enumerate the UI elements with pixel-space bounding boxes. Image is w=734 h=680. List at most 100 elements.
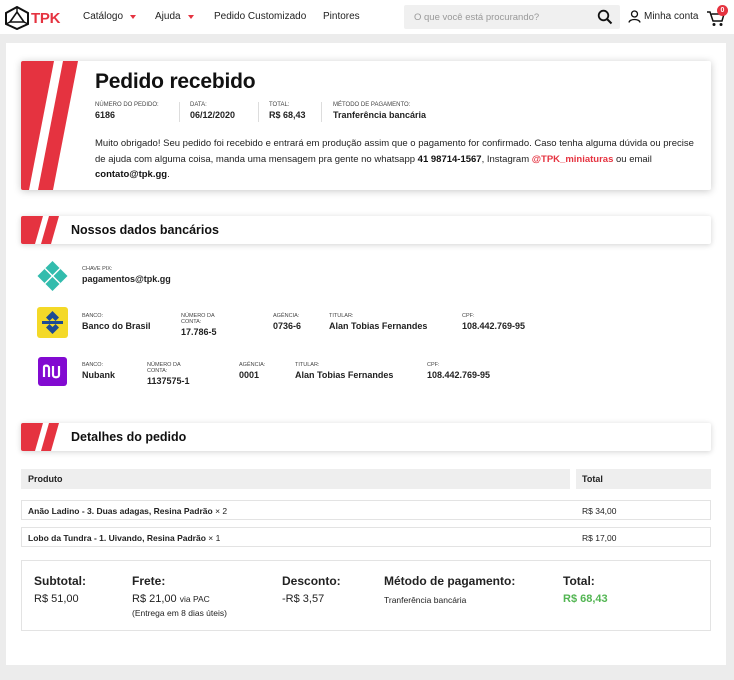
bb-bank: BANCO: Banco do Brasil bbox=[82, 313, 151, 331]
table-row: Anão Ladino - 3. Duas adagas, Resina Pad… bbox=[21, 500, 711, 520]
bank-label: BANCO: bbox=[82, 313, 104, 319]
bb-agency: AGÊNCIA: 0736-6 bbox=[273, 313, 301, 331]
account-number-label: NÚMERO DA CONTA: bbox=[181, 313, 215, 325]
order-total-label: TOTAL: bbox=[269, 102, 290, 108]
holder-label: TITULAR: bbox=[295, 362, 320, 368]
bank-label: BANCO: bbox=[82, 362, 104, 368]
cart-button[interactable]: 0 bbox=[706, 5, 728, 28]
order-received-card: Pedido recebido NÚMERO DO PEDIDO: 6186 D… bbox=[21, 61, 711, 190]
item-quantity: × 1 bbox=[208, 533, 221, 543]
item-total: R$ 17,00 bbox=[582, 533, 617, 543]
stripes-decoration bbox=[21, 61, 78, 190]
order-summary: Subtotal: R$ 51,00 Frete: R$ 21,00 via P… bbox=[21, 560, 711, 631]
divider bbox=[258, 102, 259, 122]
total-value: R$ 68,43 bbox=[563, 593, 608, 605]
page-title: Pedido recebido bbox=[95, 70, 256, 93]
item-quantity: × 2 bbox=[215, 506, 228, 516]
search-placeholder: O que você está procurando? bbox=[414, 12, 540, 23]
shipping-price: R$ 21,00 bbox=[132, 593, 177, 605]
holder-label: TITULAR: bbox=[329, 313, 354, 319]
discount-value: -R$ 3,57 bbox=[282, 593, 325, 605]
shipping: Frete: R$ 21,00 via PAC (Entrega em 8 di… bbox=[132, 574, 227, 618]
search-input[interactable]: O que você está procurando? bbox=[404, 5, 620, 29]
nubank-holder: TITULAR: Alan Tobias Fernandes bbox=[295, 362, 393, 380]
nubank-agency: AGÊNCIA: 0001 bbox=[239, 362, 265, 380]
nav-ajuda[interactable]: Ajuda bbox=[155, 11, 194, 22]
bb-holder: TITULAR: Alan Tobias Fernandes bbox=[329, 313, 427, 331]
account-link[interactable]: Minha conta bbox=[628, 10, 698, 23]
stripes-decoration bbox=[21, 423, 59, 451]
order-details-header: Detalhes do pedido bbox=[21, 423, 711, 451]
nav-ajuda-label: Ajuda bbox=[155, 11, 181, 22]
nav-catalogo-label: Catálogo bbox=[83, 11, 124, 22]
nav-pintores[interactable]: Pintores bbox=[323, 11, 360, 22]
total-label: Total: bbox=[563, 574, 595, 588]
order-payment-method: MÉTODO DE PAGAMENTO: Tranferência bancár… bbox=[333, 102, 426, 120]
item-name: Anão Ladino - 3. Duas adagas, Resina Pad… bbox=[28, 506, 227, 516]
order-payment-method-value: Tranferência bancária bbox=[333, 110, 427, 120]
tpk-logo[interactable]: TPK bbox=[4, 6, 60, 30]
search-icon[interactable] bbox=[597, 9, 613, 25]
payment-method: Método de pagamento: Tranferência bancár… bbox=[384, 574, 515, 605]
bank-value: Banco do Brasil bbox=[82, 321, 151, 331]
table-row: Lobo da Tundra - 1. Uivando, Resina Padr… bbox=[21, 527, 711, 547]
column-header-product-label: Produto bbox=[28, 474, 63, 484]
divider bbox=[179, 102, 180, 122]
order-number-label: NÚMERO DO PEDIDO: bbox=[95, 102, 159, 108]
bank-value: Nubank bbox=[82, 370, 116, 380]
column-header-total: Total bbox=[576, 469, 711, 489]
subtotal: Subtotal: R$ 51,00 bbox=[34, 574, 86, 605]
instagram-link[interactable]: @TPK_miniaturas bbox=[532, 154, 614, 165]
order-number-value: 6186 bbox=[95, 110, 116, 120]
pix-icon bbox=[37, 261, 68, 291]
cpf-value: 108.442.769-95 bbox=[427, 370, 491, 380]
item-name-text: Lobo da Tundra - 1. Uivando, Resina Padr… bbox=[28, 533, 206, 543]
item-name: Lobo da Tundra - 1. Uivando, Resina Padr… bbox=[28, 533, 220, 543]
whatsapp-number: 41 98714-1567 bbox=[417, 153, 482, 165]
order-date-value: 06/12/2020 bbox=[190, 110, 236, 120]
item-total: R$ 34,00 bbox=[582, 506, 617, 516]
subtotal-label: Subtotal: bbox=[34, 574, 86, 588]
bb-account: NÚMERO DA CONTA: 17.786-5 bbox=[181, 313, 217, 337]
order-details-title: Detalhes do pedido bbox=[71, 430, 187, 444]
account-label: Minha conta bbox=[644, 11, 699, 22]
agency-label: AGÊNCIA: bbox=[273, 313, 300, 319]
pix-key-value: pagamentos@tpk.gg bbox=[82, 274, 171, 284]
cpf-label: CPF: bbox=[427, 362, 440, 368]
shipping-value: R$ 21,00 via PAC bbox=[132, 593, 227, 605]
nav-catalogo[interactable]: Catálogo bbox=[83, 11, 137, 22]
nubank-cpf: CPF: 108.442.769-95 bbox=[427, 362, 490, 380]
chevron-down-icon bbox=[130, 14, 137, 19]
user-icon bbox=[628, 10, 641, 23]
cart-count-badge: 0 bbox=[717, 5, 728, 16]
order-payment-method-label: MÉTODO DE PAGAMENTO: bbox=[333, 102, 411, 108]
top-nav: TPK Catálogo Ajuda Pedido Customizado Pi… bbox=[0, 0, 734, 34]
column-header-total-label: Total bbox=[582, 474, 603, 484]
total: Total: R$ 68,43 bbox=[563, 574, 608, 605]
order-received-page: Pedido recebido NÚMERO DO PEDIDO: 6186 D… bbox=[6, 43, 726, 665]
pix-key-label: CHAVE PIX: bbox=[82, 266, 113, 272]
divider bbox=[321, 102, 322, 122]
message-text: , Instagram bbox=[481, 153, 532, 165]
email-address: contato@tpk.gg bbox=[95, 169, 168, 180]
discount: Desconto: -R$ 3,57 bbox=[282, 574, 341, 605]
holder-value: Alan Tobias Fernandes bbox=[295, 370, 394, 380]
shipping-method: via PAC bbox=[179, 594, 210, 604]
nav-pedido-customizado[interactable]: Pedido Customizado bbox=[214, 11, 306, 22]
nubank-bank: BANCO: Nubank bbox=[82, 362, 115, 380]
thank-you-message: Muito obrigado! Seu pedido foi recebido … bbox=[95, 136, 705, 183]
message-text: ou email bbox=[613, 153, 652, 165]
order-total: TOTAL: R$ 68,43 bbox=[269, 102, 306, 120]
account-number-label: NÚMERO DA CONTA: bbox=[147, 362, 181, 374]
payment-method-label: Método de pagamento: bbox=[384, 574, 516, 588]
discount-label: Desconto: bbox=[282, 574, 341, 588]
order-total-value: R$ 68,43 bbox=[269, 110, 306, 120]
stripes-decoration bbox=[21, 216, 59, 244]
bank-data-title: Nossos dados bancários bbox=[71, 223, 219, 237]
shipping-note: (Entrega em 8 dias úteis) bbox=[132, 608, 227, 618]
order-number: NÚMERO DO PEDIDO: 6186 bbox=[95, 102, 159, 120]
chevron-down-icon bbox=[187, 14, 194, 19]
shipping-label: Frete: bbox=[132, 574, 166, 588]
agency-label: AGÊNCIA: bbox=[239, 362, 266, 368]
banco-do-brasil-icon bbox=[37, 307, 68, 338]
